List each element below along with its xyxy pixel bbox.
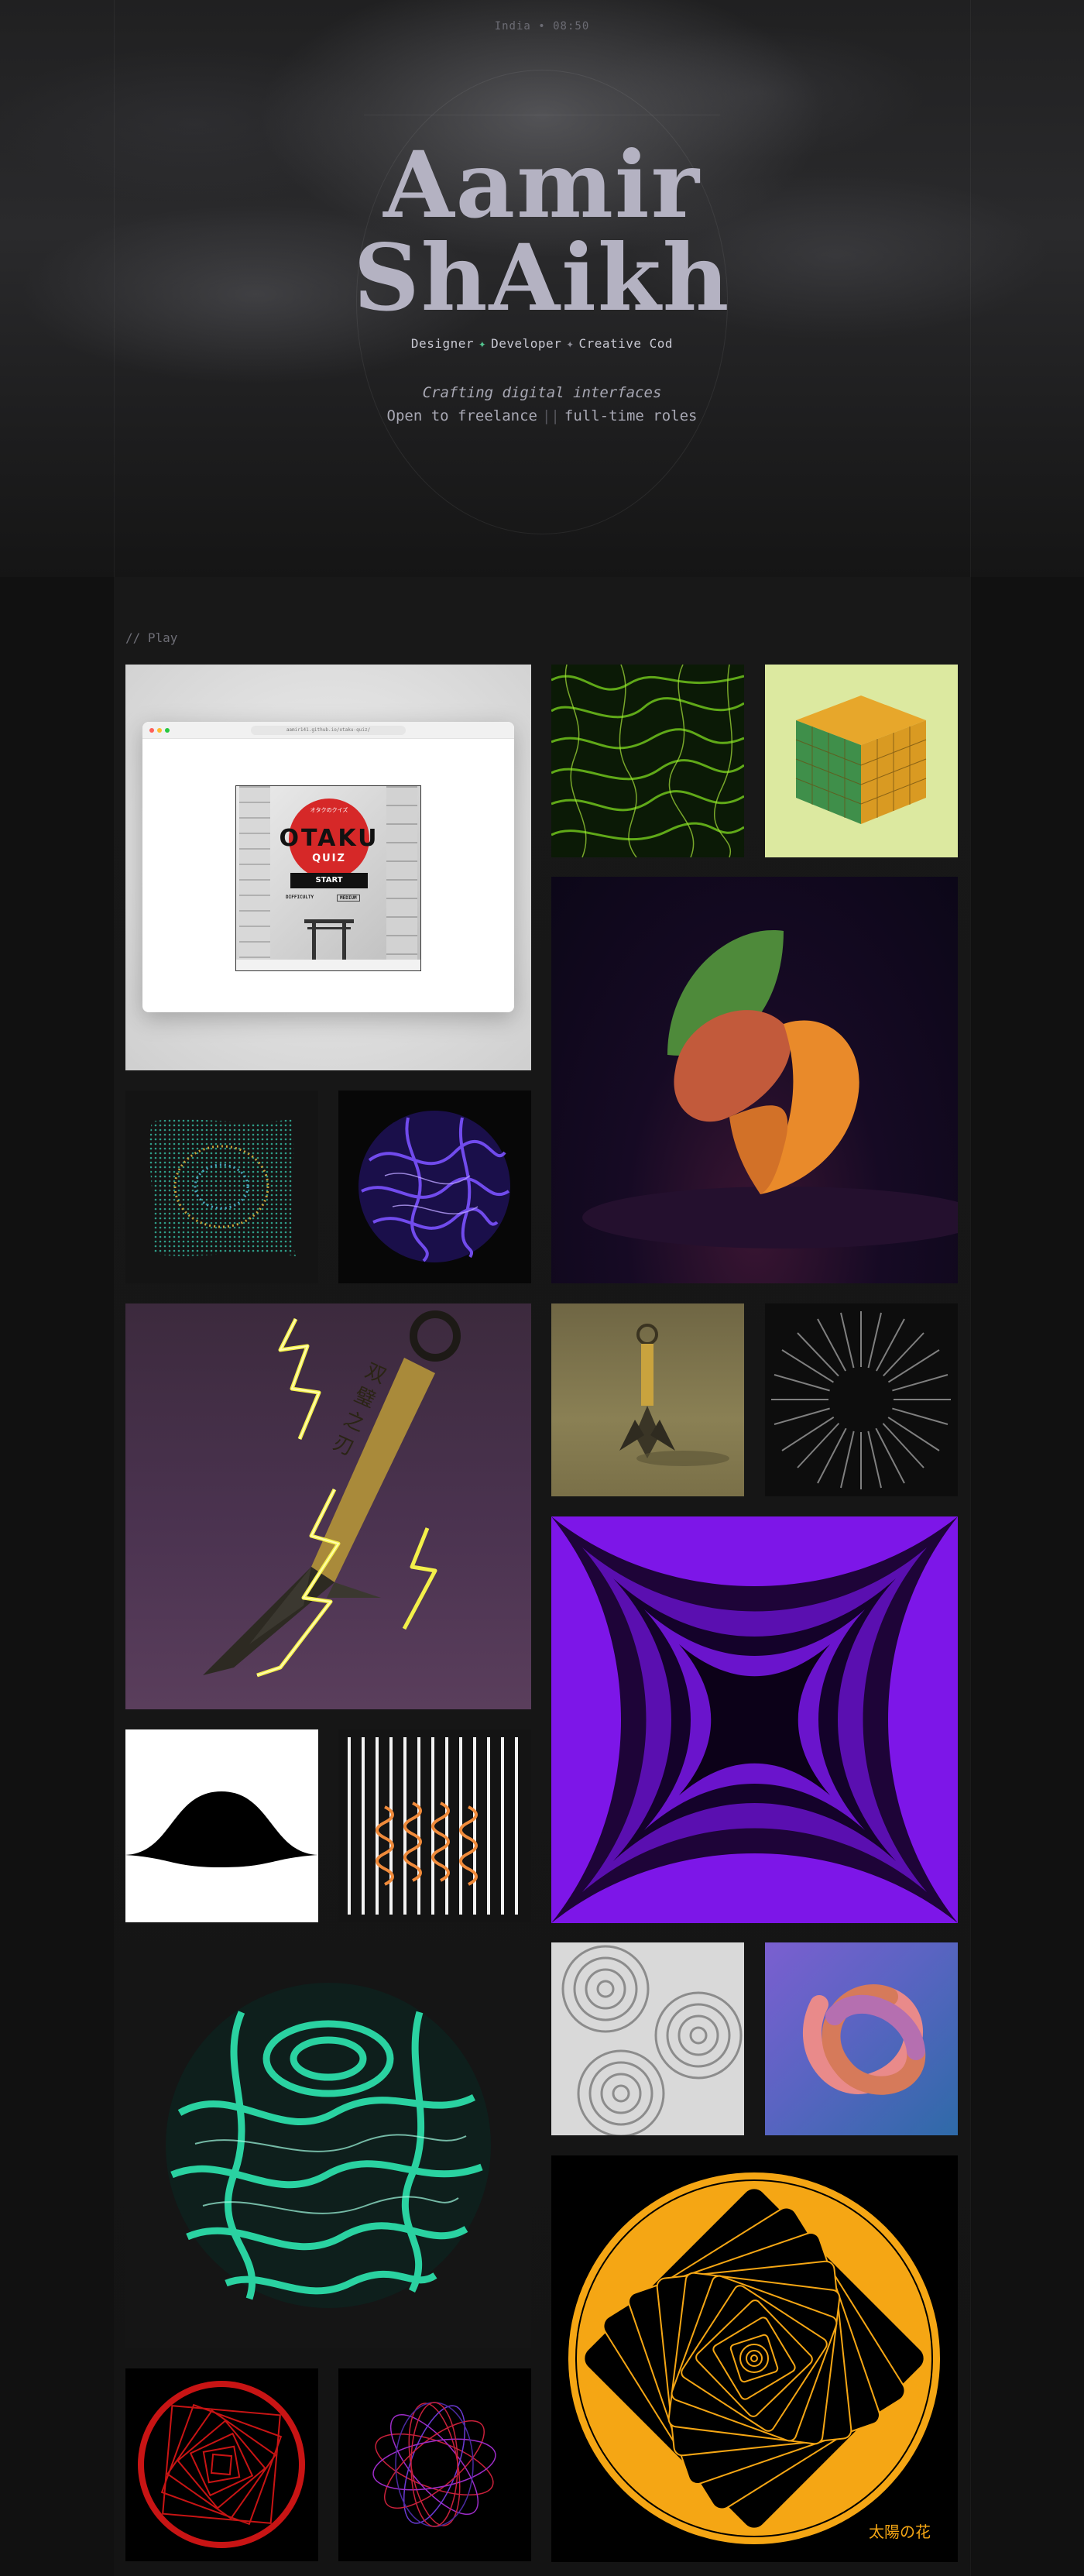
name-last: ShAikh <box>353 224 731 331</box>
line-helix-art <box>348 1737 518 1915</box>
knot-art <box>802 1984 926 2095</box>
project-green-noise[interactable] <box>551 665 744 857</box>
mango-leaf-art <box>582 930 958 1249</box>
role-creative-coder: Creative Cod <box>578 336 674 351</box>
project-kunai[interactable]: 双璧之刃 <box>125 1303 531 1709</box>
torii-gate-icon <box>236 919 420 970</box>
project-red-spiral[interactable] <box>125 2368 318 2561</box>
role-developer: Developer <box>491 336 562 351</box>
tagline-freelance: Open to freelance <box>386 407 537 424</box>
purple-orb-art <box>358 1111 510 1262</box>
line-sphere-art <box>372 2402 496 2527</box>
project-otaku-quiz[interactable]: aamir141.github.io/otaku-quiz/ オタクのクイズ O… <box>125 665 531 1070</box>
browser-toolbar: aamir141.github.io/otaku-quiz/ <box>142 722 514 739</box>
bell-shape-art <box>125 1791 318 1867</box>
kunai-render-art <box>619 1324 729 1466</box>
project-line-helix[interactable] <box>338 1729 531 1922</box>
quiz-screen: オタクのクイズ OTAKU QUIZ START DIFFICULTY MEDI… <box>235 785 421 971</box>
sparkle-icon: ✦ <box>566 336 575 351</box>
project-sun-flower[interactable]: 太陽の花 <box>551 2155 958 2562</box>
dot-wave-art <box>149 1118 296 1256</box>
tagline-separator: || <box>541 407 560 424</box>
browser-window: aamir141.github.io/otaku-quiz/ オタクのクイズ O… <box>142 722 514 1012</box>
tagline-primary: Crafting digital interfaces <box>422 384 662 401</box>
project-line-sphere[interactable] <box>338 2368 531 2561</box>
sun-flower-art <box>568 2172 940 2544</box>
project-cube[interactable] <box>765 665 958 857</box>
maximize-dot-icon <box>165 728 170 733</box>
white-spirals-art <box>561 1945 743 2135</box>
close-dot-icon <box>149 728 154 733</box>
minimize-dot-icon <box>157 728 162 733</box>
red-spiral-art <box>138 2381 305 2548</box>
kunai-art <box>203 1310 461 1678</box>
project-mango-leaf[interactable] <box>551 877 958 1283</box>
cube-art <box>795 696 927 824</box>
project-teal-orb[interactable] <box>125 1942 531 2348</box>
sparkle-icon: ✦ <box>478 336 487 351</box>
green-noise-art <box>551 665 744 857</box>
project-purple-curves[interactable] <box>551 1516 958 1923</box>
role-designer: Designer <box>410 336 474 351</box>
purple-curves-art <box>551 1516 958 1923</box>
teal-orb-art <box>166 1983 491 2308</box>
section-label-play: // Play <box>125 630 178 645</box>
tagline-fulltime: full-time roles <box>564 407 698 424</box>
project-purple-orb[interactable] <box>338 1091 531 1283</box>
project-bell-shape[interactable] <box>125 1729 318 1922</box>
project-radial-burst[interactable] <box>765 1303 958 1496</box>
project-kunai-render[interactable] <box>551 1303 744 1496</box>
project-white-spirals[interactable] <box>551 1942 744 2135</box>
radial-burst-art <box>771 1311 951 1489</box>
location-time: India • 08:50 <box>494 20 590 33</box>
project-dot-wave[interactable] <box>125 1091 318 1283</box>
address-bar: aamir141.github.io/otaku-quiz/ <box>251 726 406 735</box>
name-first: Aamir <box>383 131 701 239</box>
roles-line: Designer ✦ Developer ✦ Creative Cod <box>0 336 1084 351</box>
project-knot[interactable] <box>765 1942 958 2135</box>
sun-flower-caption: 太陽の花 <box>869 2523 931 2541</box>
tagline-secondary: Open to freelance || full-time roles <box>0 407 1084 424</box>
